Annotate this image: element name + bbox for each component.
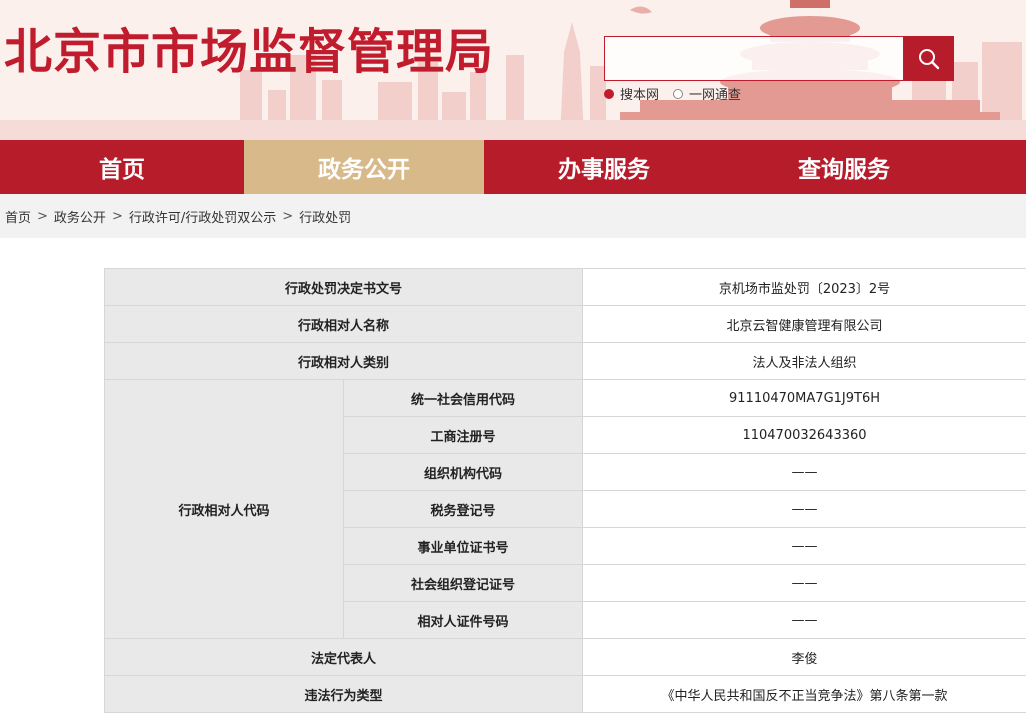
row-value: —— — [583, 454, 1026, 491]
row-value: —— — [583, 565, 1026, 602]
row-sublabel: 事业单位证书号 — [344, 528, 583, 565]
row-label: 违法行为类型 — [105, 676, 583, 713]
breadcrumb-penalty[interactable]: 行政处罚 — [299, 207, 351, 226]
penalty-detail-table-wrapper: 行政处罚决定书文号 京机场市监处罚〔2023〕2号 行政相对人名称 北京云智健康… — [104, 268, 1026, 713]
breadcrumb-separator: > — [282, 209, 293, 224]
search-scope-unified-label: 一网通查 — [689, 84, 741, 103]
nav-item-query[interactable]: 查询服务 — [724, 140, 964, 194]
row-value: 110470032643360 — [583, 417, 1026, 454]
site-header: 北京市市场监督管理局 搜本网 一网通查 — [0, 0, 1026, 140]
table-row: 行政处罚决定书文号 京机场市监处罚〔2023〕2号 — [105, 269, 1026, 306]
row-sublabel: 税务登记号 — [344, 491, 583, 528]
radio-selected-icon — [604, 89, 614, 99]
main-nav: 首页 政务公开 办事服务 查询服务 — [0, 140, 1026, 194]
breadcrumb-government-affairs[interactable]: 政务公开 — [54, 207, 106, 226]
search-icon — [918, 48, 940, 70]
search-scope-unified[interactable]: 一网通查 — [673, 84, 741, 103]
search-input[interactable] — [604, 36, 904, 81]
breadcrumb-separator: > — [112, 209, 123, 224]
row-value: 京机场市监处罚〔2023〕2号 — [583, 269, 1026, 306]
row-value: 《中华人民共和国反不正当竞争法》第八条第一款 — [583, 676, 1026, 713]
row-label: 行政相对人类别 — [105, 343, 583, 380]
penalty-detail-table: 行政处罚决定书文号 京机场市监处罚〔2023〕2号 行政相对人名称 北京云智健康… — [104, 268, 1026, 713]
table-row: 法定代表人 李俊 — [105, 639, 1026, 676]
radio-unselected-icon — [673, 89, 683, 99]
table-row: 行政相对人名称 北京云智健康管理有限公司 — [105, 306, 1026, 343]
row-label: 法定代表人 — [105, 639, 583, 676]
search-scope-options: 搜本网 一网通查 — [604, 84, 741, 103]
row-value: 91110470MA7G1J9T6H — [583, 380, 1026, 417]
search-scope-site[interactable]: 搜本网 — [604, 84, 659, 103]
site-title: 北京市市场监督管理局 — [4, 24, 494, 80]
nav-item-home[interactable]: 首页 — [0, 140, 244, 194]
breadcrumb: 首页 > 政务公开 > 行政许可/行政处罚双公示 > 行政处罚 — [0, 194, 1026, 238]
row-value: —— — [583, 602, 1026, 639]
row-sublabel: 统一社会信用代码 — [344, 380, 583, 417]
nav-item-government-affairs[interactable]: 政务公开 — [244, 140, 484, 194]
row-value: 北京云智健康管理有限公司 — [583, 306, 1026, 343]
row-value: 法人及非法人组织 — [583, 343, 1026, 380]
breadcrumb-home[interactable]: 首页 — [5, 207, 31, 226]
row-sublabel: 工商注册号 — [344, 417, 583, 454]
row-value: —— — [583, 491, 1026, 528]
row-label: 行政相对人名称 — [105, 306, 583, 343]
table-row: 行政相对人类别 法人及非法人组织 — [105, 343, 1026, 380]
row-sublabel: 社会组织登记证号 — [344, 565, 583, 602]
row-sublabel: 组织机构代码 — [344, 454, 583, 491]
row-value: 李俊 — [583, 639, 1026, 676]
row-label: 行政处罚决定书文号 — [105, 269, 583, 306]
breadcrumb-double-publicity[interactable]: 行政许可/行政处罚双公示 — [129, 207, 276, 226]
breadcrumb-separator: > — [37, 209, 48, 224]
row-value: —— — [583, 528, 1026, 565]
table-row: 行政相对人代码 统一社会信用代码 91110470MA7G1J9T6H — [105, 380, 1026, 417]
search-scope-site-label: 搜本网 — [620, 84, 659, 103]
search-button[interactable] — [904, 36, 954, 81]
table-row: 违法行为类型 《中华人民共和国反不正当竞争法》第八条第一款 — [105, 676, 1026, 713]
code-group-label: 行政相对人代码 — [105, 380, 344, 639]
nav-item-services[interactable]: 办事服务 — [484, 140, 724, 194]
row-sublabel: 相对人证件号码 — [344, 602, 583, 639]
